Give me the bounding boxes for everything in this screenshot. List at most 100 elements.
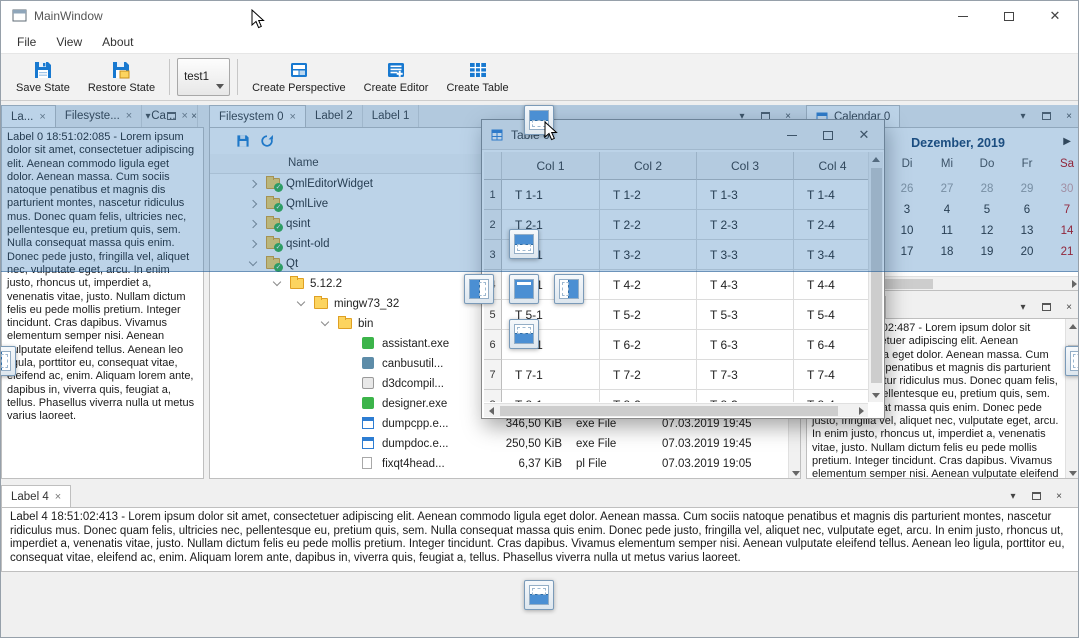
folder-icon xyxy=(338,318,352,329)
expander-icon[interactable] xyxy=(273,278,281,286)
drag-mouse-cursor xyxy=(544,121,558,141)
app-green-icon xyxy=(362,397,374,409)
drop-indicator-area-left[interactable] xyxy=(464,274,494,304)
arrow-down-icon xyxy=(872,393,880,398)
table-row-header[interactable]: 8 xyxy=(484,390,502,402)
drop-indicator-area-bottom[interactable] xyxy=(509,319,539,349)
menu-about[interactable]: About xyxy=(92,32,143,52)
dock-close-button[interactable]: × xyxy=(1052,488,1066,504)
tab-close-icon[interactable]: × xyxy=(55,492,61,502)
minimize-button[interactable] xyxy=(940,1,986,31)
table-cell[interactable]: T 7-1 xyxy=(502,360,600,390)
tabs-menu-button[interactable]: ▾ xyxy=(1016,299,1030,315)
app-blue-icon xyxy=(362,437,374,449)
scroll-down-button[interactable] xyxy=(869,388,883,402)
table-cell[interactable]: T 5-4 xyxy=(794,300,868,330)
create-table-button[interactable]: Create Table xyxy=(437,55,517,99)
app-icon xyxy=(12,8,27,23)
tree-item-name: d3dcompil... xyxy=(382,378,444,390)
scroll-right-button[interactable] xyxy=(854,404,868,418)
table-cell[interactable]: T 6-2 xyxy=(600,330,697,360)
tab-label4[interactable]: Label 4 × xyxy=(1,485,71,507)
label5-vertical-scrollbar[interactable] xyxy=(1065,319,1079,479)
dock-right-icon xyxy=(1070,351,1079,371)
table-cell[interactable]: T 7-4 xyxy=(794,360,868,390)
table-row-header[interactable]: 6 xyxy=(484,330,502,360)
restore-state-button[interactable]: Restore State xyxy=(79,55,164,99)
create-perspective-label: Create Perspective xyxy=(252,82,346,94)
file-type: pl File xyxy=(576,458,607,470)
expander-icon[interactable] xyxy=(297,298,305,306)
table-horizontal-scrollbar[interactable] xyxy=(484,403,868,417)
menu-view[interactable]: View xyxy=(46,32,92,52)
arrow-down-icon xyxy=(792,471,800,476)
scroll-down-button[interactable] xyxy=(789,466,801,479)
table-cell[interactable]: T 8-1 xyxy=(502,390,600,402)
perspective-combobox[interactable]: test1 xyxy=(177,58,230,96)
create-perspective-button[interactable]: Create Perspective xyxy=(243,55,355,99)
scroll-left-button[interactable] xyxy=(484,404,498,418)
close-icon: ✕ xyxy=(1050,11,1061,21)
maximize-button[interactable] xyxy=(986,1,1032,31)
drop-indicator-edge-left[interactable] xyxy=(0,346,16,376)
floppy-disk-icon xyxy=(33,60,53,80)
table-cell[interactable]: T 8-2 xyxy=(600,390,697,402)
tree-row[interactable]: fixqt4head...6,37 KiBpl File07.03.2019 1… xyxy=(210,454,788,474)
save-state-button[interactable]: Save State xyxy=(7,55,79,99)
drop-indicator-area-top[interactable] xyxy=(509,229,539,259)
app-gray-icon xyxy=(362,377,374,389)
table-row-header[interactable]: 5 xyxy=(484,300,502,330)
dock-top-icon xyxy=(514,234,534,254)
tabs-menu-button[interactable]: ▾ xyxy=(1006,488,1020,504)
folder-icon xyxy=(290,278,304,289)
drop-indicator-edge-bottom[interactable] xyxy=(524,580,554,610)
close-button[interactable]: ✕ xyxy=(1032,1,1078,31)
new-editor-icon xyxy=(386,60,406,80)
menu-file[interactable]: File xyxy=(7,32,46,52)
tree-item-name: mingw73_32 xyxy=(334,298,399,310)
table-cell[interactable]: T 4-4 xyxy=(794,270,868,300)
file-size: 250,50 KiB xyxy=(482,438,562,450)
tree-row[interactable]: dumpdoc.e...250,50 KiBexe File07.03.2019… xyxy=(210,434,788,454)
file-date: 07.03.2019 19:05 xyxy=(662,458,752,470)
arrow-up-icon xyxy=(1069,324,1077,329)
drop-indicator-area-right[interactable] xyxy=(554,274,584,304)
file-date: 07.03.2019 19:45 xyxy=(662,438,752,450)
table-cell[interactable]: T 5-3 xyxy=(697,300,794,330)
tree-item-name: assistant.exe xyxy=(382,338,449,350)
table-cell[interactable]: T 4-2 xyxy=(600,270,697,300)
create-editor-label: Create Editor xyxy=(364,82,429,94)
table-cell[interactable]: T 7-2 xyxy=(600,360,697,390)
app-teal-icon xyxy=(362,357,374,369)
label4-text: Label 4 18:51:02:413 - Lorem ipsum dolor… xyxy=(2,508,1079,568)
dock-close-button[interactable]: × xyxy=(1062,299,1076,315)
table-cell[interactable]: T 6-4 xyxy=(794,330,868,360)
dock-left-icon xyxy=(469,279,489,299)
file-type: exe File xyxy=(576,418,616,430)
main-toolbar: Save State Restore State test1 Create Pe… xyxy=(1,53,1078,101)
scroll-right-button[interactable] xyxy=(1067,277,1079,291)
table-cell[interactable]: T 6-3 xyxy=(697,330,794,360)
undock-button[interactable] xyxy=(1029,488,1043,504)
undock-icon xyxy=(1042,303,1051,311)
create-editor-button[interactable]: Create Editor xyxy=(355,55,438,99)
expander-icon[interactable] xyxy=(321,318,329,326)
undock-button[interactable] xyxy=(1039,299,1053,315)
table-cell[interactable]: T 8-4 xyxy=(794,390,868,402)
mouse-cursor xyxy=(251,9,265,29)
drop-indicator-area-center[interactable] xyxy=(509,274,539,304)
label4-dock-area: Label 4 × ▾ × Label 4 18:51:02:413 - Lor… xyxy=(1,485,1079,572)
table-cell[interactable]: T 5-2 xyxy=(600,300,697,330)
table-cell[interactable]: T 4-3 xyxy=(697,270,794,300)
table-cell[interactable]: T 7-3 xyxy=(697,360,794,390)
tree-item-name: 5.12.2 xyxy=(310,278,342,290)
table-cell[interactable]: T 8-3 xyxy=(697,390,794,402)
main-window: MainWindow ✕ File View About Save State … xyxy=(0,0,1079,638)
dock-left-icon xyxy=(0,351,11,371)
drop-indicator-edge-right[interactable] xyxy=(1065,346,1079,376)
scroll-down-button[interactable] xyxy=(1066,466,1079,479)
scrollbar-thumb[interactable] xyxy=(500,406,838,416)
table-row-header[interactable]: 7 xyxy=(484,360,502,390)
arrow-right-icon xyxy=(859,407,864,415)
scroll-up-button[interactable] xyxy=(1066,319,1079,333)
